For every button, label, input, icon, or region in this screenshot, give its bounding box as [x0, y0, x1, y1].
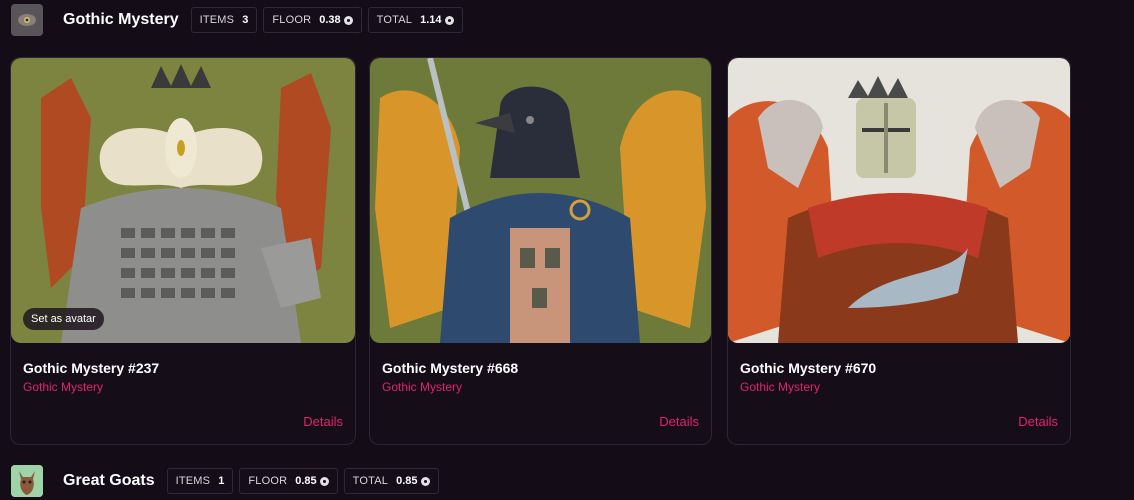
total-value: 1.14: [420, 14, 442, 26]
set-avatar-button[interactable]: Set as avatar: [23, 308, 104, 330]
nft-collection-link[interactable]: Gothic Mystery: [23, 380, 103, 394]
items-stat: ITEMS 1: [166, 468, 234, 494]
floor-label: FLOOR: [272, 14, 312, 26]
goat-icon: [11, 465, 43, 497]
items-value: 1: [218, 475, 225, 487]
details-link[interactable]: Details: [303, 414, 343, 429]
details-link[interactable]: Details: [659, 414, 699, 429]
total-label: TOTAL: [376, 14, 413, 26]
total-stat: TOTAL 0.85: [343, 468, 439, 494]
nft-title: Gothic Mystery #237: [23, 360, 160, 376]
nft-card[interactable]: Gothic Mystery #668 Gothic Mystery Detai…: [369, 57, 712, 445]
collection-header: Great Goats ITEMS 1 FLOOR 0.85 TOTAL 0.8…: [0, 462, 445, 500]
coin-icon: [444, 15, 454, 25]
nft-collection-link[interactable]: Gothic Mystery: [740, 380, 820, 394]
floor-value: 0.38: [319, 14, 341, 26]
items-value: 3: [242, 14, 249, 26]
items-stat: ITEMS 3: [190, 7, 258, 33]
coin-icon: [343, 15, 353, 25]
total-label: TOTAL: [352, 475, 389, 487]
floor-stat: FLOOR 0.38: [263, 7, 362, 33]
nft-card[interactable]: Set as avatar Gothic Mystery #237 Gothic…: [10, 57, 356, 445]
items-label: ITEMS: [175, 475, 211, 487]
coin-icon: [420, 476, 430, 486]
nft-title: Gothic Mystery #670: [740, 360, 877, 376]
floor-label: FLOOR: [248, 475, 288, 487]
collection-name[interactable]: Great Goats: [63, 472, 155, 490]
collection-avatar[interactable]: [11, 465, 43, 497]
eye-icon: [11, 4, 43, 36]
nft-collection-link[interactable]: Gothic Mystery: [382, 380, 462, 394]
nft-card[interactable]: Gothic Mystery #670 Gothic Mystery Detai…: [727, 57, 1071, 445]
collection-name[interactable]: Gothic Mystery: [63, 11, 179, 29]
floor-stat: FLOOR 0.85: [239, 468, 338, 494]
collection-avatar[interactable]: [11, 4, 43, 36]
nft-image[interactable]: [11, 58, 355, 343]
details-link[interactable]: Details: [1018, 414, 1058, 429]
collection-header: Gothic Mystery ITEMS 3 FLOOR 0.38 TOTAL …: [0, 1, 469, 39]
total-stat: TOTAL 1.14: [367, 7, 463, 33]
nft-image[interactable]: [728, 58, 1070, 343]
coin-icon: [319, 476, 329, 486]
nft-title: Gothic Mystery #668: [382, 360, 519, 376]
total-value: 0.85: [396, 475, 418, 487]
floor-value: 0.85: [295, 475, 317, 487]
items-label: ITEMS: [199, 14, 235, 26]
nft-image[interactable]: [370, 58, 711, 343]
